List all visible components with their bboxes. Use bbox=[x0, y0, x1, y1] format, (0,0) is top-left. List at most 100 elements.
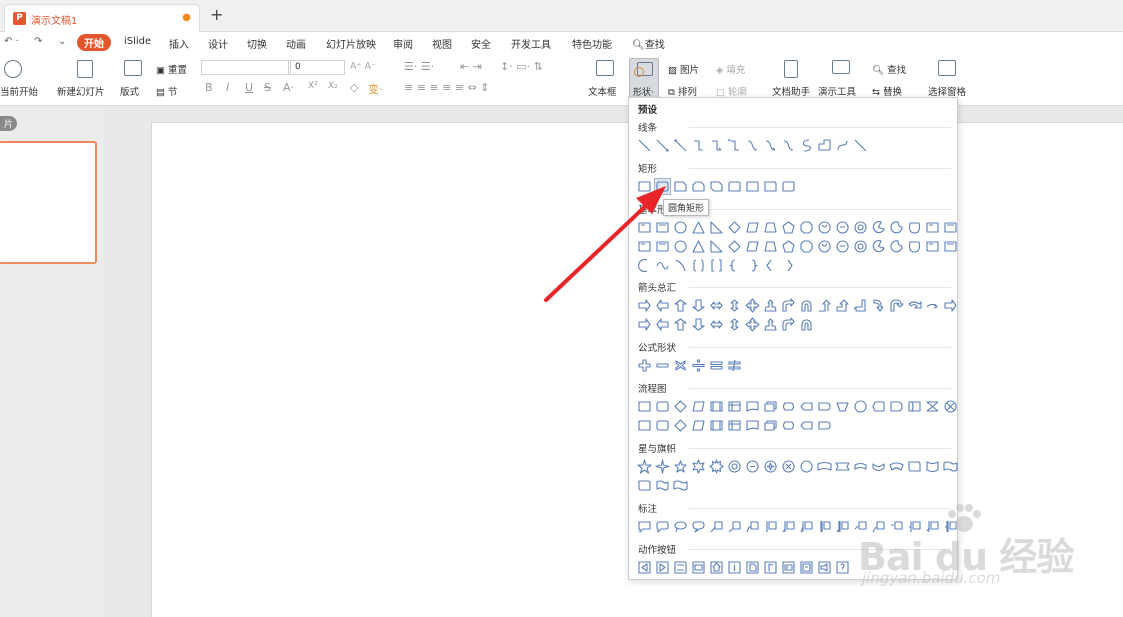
shape-option-flag-2-icon[interactable] bbox=[655, 478, 670, 493]
shape-option-basic-9-icon[interactable] bbox=[781, 239, 796, 254]
shape-option-star-2-icon[interactable] bbox=[655, 459, 670, 474]
shape-option-flow-6-icon[interactable] bbox=[727, 418, 742, 433]
text-effect-icon[interactable]: 变· bbox=[368, 81, 383, 97]
shape-option-basic-9-icon[interactable] bbox=[781, 220, 796, 235]
shape-option-action-6-icon[interactable] bbox=[727, 560, 742, 575]
shape-option-bracket-6-icon[interactable] bbox=[727, 258, 742, 273]
shape-option-flow-16-icon[interactable] bbox=[907, 399, 922, 414]
shape-option-basic-10-icon[interactable] bbox=[799, 239, 814, 254]
shape-option-basic-15-icon[interactable] bbox=[889, 220, 904, 235]
shape-option-flow-14-icon[interactable] bbox=[871, 399, 886, 414]
shape-option-arrow-7-icon[interactable] bbox=[745, 317, 760, 332]
menu-review[interactable]: 审阅 bbox=[393, 36, 413, 51]
shape-option-basic-12-icon[interactable] bbox=[835, 220, 850, 235]
shape-option-basic-16-icon[interactable] bbox=[907, 239, 922, 254]
shape-option-callout-10-icon[interactable] bbox=[799, 519, 814, 534]
shape-option-rect-4-icon[interactable] bbox=[691, 179, 706, 194]
shape-option-lines-3-icon[interactable] bbox=[673, 138, 688, 153]
shape-option-lines-12-icon[interactable] bbox=[835, 138, 850, 153]
shape-option-basic-17-icon[interactable] bbox=[925, 220, 940, 235]
shape-option-action-11-icon[interactable] bbox=[817, 560, 832, 575]
menu-security[interactable]: 安全 bbox=[471, 36, 491, 51]
shape-option-star-10-icon[interactable] bbox=[799, 459, 814, 474]
shape-option-flow-18-icon[interactable] bbox=[943, 399, 958, 414]
shape-option-callout-8-icon[interactable] bbox=[763, 519, 778, 534]
shape-option-lines-9-icon[interactable] bbox=[781, 138, 796, 153]
shape-option-arrow-13-icon[interactable] bbox=[853, 298, 868, 313]
menu-transition[interactable]: 切换 bbox=[247, 36, 267, 51]
shape-option-flow-15-icon[interactable] bbox=[889, 399, 904, 414]
shape-option-arrow-8-icon[interactable] bbox=[763, 298, 778, 313]
shape-option-basic-5-icon[interactable] bbox=[709, 220, 724, 235]
shape-option-action-3-icon[interactable] bbox=[673, 560, 688, 575]
shape-option-callout-4-icon[interactable] bbox=[691, 519, 706, 534]
shape-option-flow-9-icon[interactable] bbox=[781, 418, 796, 433]
shape-option-arrow-14-icon[interactable] bbox=[871, 298, 886, 313]
shape-option-action-1-icon[interactable] bbox=[637, 560, 652, 575]
shape-option-lines-5-icon[interactable] bbox=[709, 138, 724, 153]
shape-option-action-10-icon[interactable] bbox=[799, 560, 814, 575]
font-grow-icon[interactable]: A⁺ A⁻ bbox=[350, 61, 376, 72]
shape-option-bracket-4-icon[interactable] bbox=[691, 258, 706, 273]
shape-option-rect-7-icon[interactable] bbox=[745, 179, 760, 194]
shape-option-rect-9-icon[interactable] bbox=[781, 179, 796, 194]
superscript-button[interactable]: X² bbox=[308, 81, 318, 91]
shape-option-arrow-6-icon[interactable] bbox=[727, 317, 742, 332]
underline-button[interactable]: U bbox=[245, 81, 253, 94]
shape-option-arrow-5-icon[interactable] bbox=[709, 298, 724, 313]
shape-option-flow-8-icon[interactable] bbox=[763, 399, 778, 414]
shape-option-action-9-icon[interactable] bbox=[781, 560, 796, 575]
menu-animation[interactable]: 动画 bbox=[286, 36, 306, 51]
document-tab[interactable]: P 演示文稿1 ● bbox=[4, 4, 200, 32]
shape-option-flow-7-icon[interactable] bbox=[745, 399, 760, 414]
shape-option-star-11-icon[interactable] bbox=[817, 459, 832, 474]
shape-option-arrow-17-icon[interactable] bbox=[925, 298, 940, 313]
shape-option-action-7-icon[interactable] bbox=[745, 560, 760, 575]
present-tools-button[interactable]: 演示工具 bbox=[818, 84, 856, 98]
shape-option-eq-5-icon[interactable] bbox=[709, 358, 724, 373]
shape-option-basic-11-icon[interactable] bbox=[817, 239, 832, 254]
bold-button[interactable]: B bbox=[205, 81, 213, 94]
shape-option-callout-12-icon[interactable] bbox=[835, 519, 850, 534]
shape-option-basic-6-icon[interactable] bbox=[727, 239, 742, 254]
shape-option-flow-9-icon[interactable] bbox=[781, 399, 796, 414]
picture-button[interactable]: ▨ 图片 bbox=[668, 62, 699, 76]
reset-button[interactable]: ▣ 重置 bbox=[156, 62, 187, 76]
shape-option-rect-8-icon[interactable] bbox=[763, 179, 778, 194]
redo-button[interactable]: ↷ bbox=[34, 36, 42, 47]
shape-option-flow-7-icon[interactable] bbox=[745, 418, 760, 433]
shape-option-action-2-icon[interactable] bbox=[655, 560, 670, 575]
shape-option-basic-6-icon[interactable] bbox=[727, 220, 742, 235]
menu-islide[interactable]: iSlide bbox=[124, 36, 151, 47]
shape-option-star-5-icon[interactable] bbox=[709, 459, 724, 474]
shape-option-star-14-icon[interactable] bbox=[871, 459, 886, 474]
shape-button[interactable]: 形状· bbox=[629, 58, 659, 98]
shape-option-callout-6-icon[interactable] bbox=[727, 519, 742, 534]
shape-option-basic-7-icon[interactable] bbox=[745, 220, 760, 235]
shape-option-basic-15-icon[interactable] bbox=[889, 239, 904, 254]
shape-option-star-4-icon[interactable] bbox=[691, 459, 706, 474]
shape-option-eq-2-icon[interactable] bbox=[655, 358, 670, 373]
shape-option-callout-7-icon[interactable] bbox=[745, 519, 760, 534]
shape-option-star-3-icon[interactable] bbox=[673, 459, 688, 474]
shape-option-star-13-icon[interactable] bbox=[853, 459, 868, 474]
shape-option-arrow-12-icon[interactable] bbox=[835, 298, 850, 313]
shape-option-flag-3-icon[interactable] bbox=[673, 478, 688, 493]
selection-pane-button[interactable]: 选择窗格 bbox=[928, 84, 966, 98]
shape-option-arrow-4-icon[interactable] bbox=[691, 317, 706, 332]
shape-option-bracket-5-icon[interactable] bbox=[709, 258, 724, 273]
shape-option-flow-5-icon[interactable] bbox=[709, 399, 724, 414]
subscript-button[interactable]: X₂ bbox=[328, 81, 338, 91]
shape-option-bracket-9-icon[interactable] bbox=[781, 258, 796, 273]
shape-option-flow-3-icon[interactable] bbox=[673, 418, 688, 433]
shape-option-lines-6-icon[interactable] bbox=[727, 138, 742, 153]
shape-option-callout-1-icon[interactable] bbox=[637, 519, 652, 534]
line-spacing-icon[interactable]: ↕· ▭· ⇅ bbox=[500, 60, 543, 73]
menu-insert[interactable]: 插入 bbox=[169, 36, 189, 51]
shape-option-arrow-9-icon[interactable] bbox=[781, 298, 796, 313]
shape-option-flow-8-icon[interactable] bbox=[763, 418, 778, 433]
shape-option-callout-3-icon[interactable] bbox=[673, 519, 688, 534]
shape-option-star-17-icon[interactable] bbox=[925, 459, 940, 474]
arrange-button[interactable]: ⧉ 排列 bbox=[668, 84, 697, 98]
shape-option-arrow-3-icon[interactable] bbox=[673, 317, 688, 332]
